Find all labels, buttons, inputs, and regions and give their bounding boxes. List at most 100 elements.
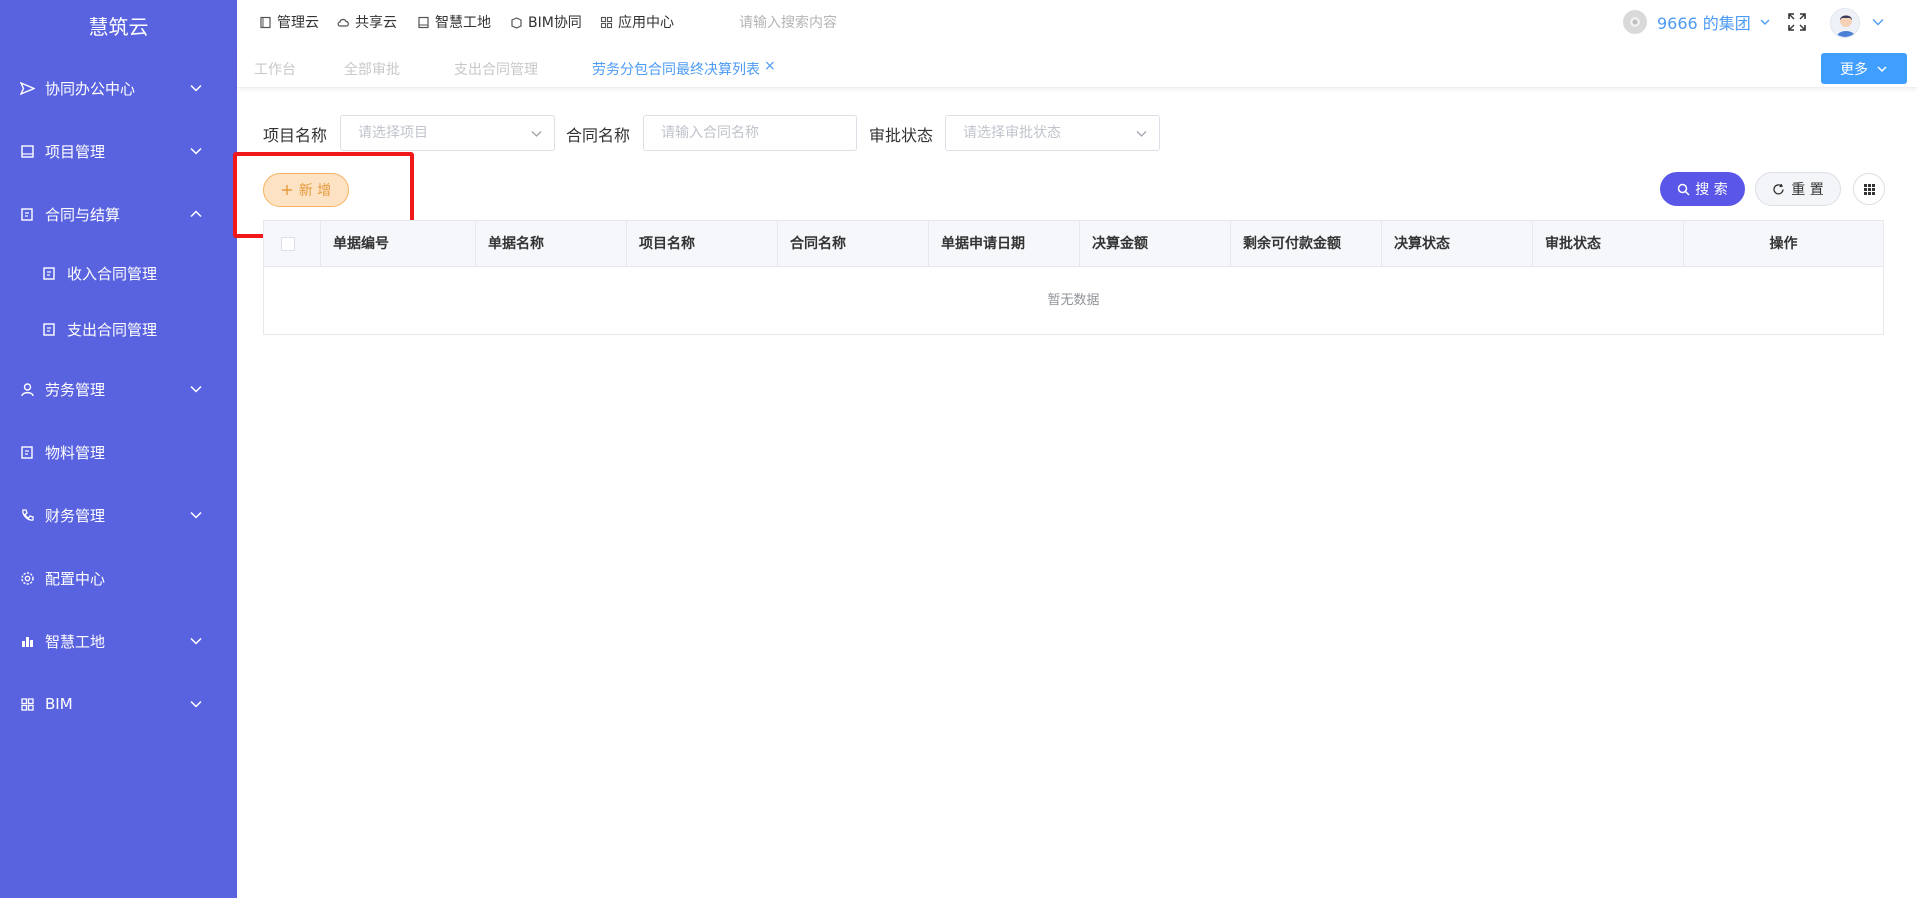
chevron-down-icon [190,385,202,393]
send-icon [20,81,35,96]
project-select-placeholder: 请选择项目 [358,125,428,141]
sidebar-item-label: 收入合同管理 [67,264,158,283]
contract-name-input[interactable]: 请输入合同名称 [643,115,857,151]
refresh-icon [1773,183,1784,194]
chevron-down-icon [190,84,202,92]
sidebar-item-label: 智慧工地 [45,632,106,651]
approval-status-select[interactable]: 请选择审批状态 [945,115,1160,151]
tab-close-icon[interactable]: × [764,58,776,74]
column-header: 合同名称 [778,221,929,267]
sidebar-item-label: 劳务管理 [45,380,106,399]
brand-logo-text: 慧筑云 [88,15,149,39]
topnav-label: 共享云 [355,15,397,31]
sidebar-item-label: 物料管理 [45,443,106,462]
project-name-label: 项目名称 [263,126,328,145]
contract-input-placeholder: 请输入合同名称 [661,125,759,141]
status-select-placeholder: 请选择审批状态 [963,125,1061,141]
sidebar-item-contract-settlement[interactable]: 合同与结算 [0,194,237,234]
chevron-up-icon [190,210,202,218]
sidebar-item-label: 项目管理 [45,142,106,161]
contract-name-label: 合同名称 [566,126,631,145]
user-icon [20,382,35,397]
sidebar: 慧筑云 协同办公中心 项目管理 合同与结算 收入合同管理 支出合同管理 劳务管理… [0,0,237,898]
chevron-down-icon [1760,19,1770,25]
topnav-label: 管理云 [277,15,319,31]
gear-icon [20,571,35,586]
tab-labor-settlement-list[interactable]: 劳务分包合同最终决算列表 [592,59,760,79]
tab-expense-contract[interactable]: 支出合同管理 [454,59,538,79]
chevron-down-icon [1877,65,1887,72]
book-icon [20,144,35,159]
sidebar-item-label: 财务管理 [45,506,106,525]
org-avatar [1623,10,1647,34]
column-header: 单据编号 [321,221,476,267]
sidebar-item-collab-office[interactable]: 协同办公中心 [0,68,237,108]
chevron-down-icon [531,131,542,137]
empty-state: 暂无数据 [1047,293,1100,308]
edit-icon [20,207,35,222]
cube-icon [510,16,523,29]
grid-icon [600,16,613,29]
topnav-item-smart-site[interactable]: 智慧工地 [417,0,491,44]
select-all-cell [264,221,321,267]
user-avatar[interactable] [1830,8,1860,38]
chevron-down-icon [1136,131,1147,137]
topnav-item-share-cloud[interactable]: 共享云 [337,0,397,44]
chevron-down-icon [190,637,202,645]
approval-status-label: 审批状态 [869,126,934,145]
sidebar-item-smart-site[interactable]: 智慧工地 [0,621,237,661]
chevron-down-icon [190,147,202,155]
topnav-item-bim-collab[interactable]: BIM协同 [510,0,582,44]
tab-all-approval[interactable]: 全部审批 [344,59,400,79]
column-header: 决算状态 [1382,221,1533,267]
org-switcher[interactable]: 9666 的集团 [1623,9,1771,35]
sidebar-item-project-mgmt[interactable]: 项目管理 [0,131,237,171]
sidebar-item-label: 支出合同管理 [67,320,158,339]
grid-icon [20,697,35,712]
sidebar-item-expense-contract[interactable]: 支出合同管理 [0,309,237,349]
tab-workbench[interactable]: 工作台 [254,59,296,79]
search-icon [1678,183,1690,196]
topnav-label: BIM协同 [528,15,582,31]
topnav-item-app-center[interactable]: 应用中心 [600,0,674,44]
edit-icon [42,322,57,337]
column-header: 项目名称 [627,221,778,267]
column-header: 单据申请日期 [929,221,1080,267]
more-tabs-button[interactable]: 更多 [1821,53,1907,84]
sidebar-item-labor-mgmt[interactable]: 劳务管理 [0,369,237,409]
grid-icon [1863,183,1875,195]
project-select[interactable]: 请选择项目 [340,115,555,151]
cloud-icon [337,16,350,29]
phone-icon [20,508,35,523]
column-header: 决算金额 [1080,221,1231,267]
chevron-down-icon[interactable] [1871,15,1885,29]
search-button[interactable]: 搜 索 [1660,172,1745,206]
data-table: 单据编号 单据名称 项目名称 合同名称 单据申请日期 决算金额 剩余可付款金额 … [263,220,1884,335]
topnav-label: 应用中心 [618,15,674,31]
column-settings-button[interactable] [1853,173,1885,205]
select-all-checkbox[interactable] [281,237,295,251]
column-header: 单据名称 [476,221,627,267]
table-header: 单据编号 单据名称 项目名称 合同名称 单据申请日期 决算金额 剩余可付款金额 … [264,221,1883,267]
sidebar-item-bim[interactable]: BIM [0,684,237,724]
fullscreen-icon[interactable] [1785,10,1809,34]
column-header: 审批状态 [1533,221,1684,267]
sidebar-item-finance-mgmt[interactable]: 财务管理 [0,495,237,535]
global-search-input[interactable]: 请输入搜索内容 [739,12,837,32]
reset-button-label: 重 置 [1791,182,1824,198]
org-name: 9666 的集团 [1657,14,1751,33]
chevron-down-icon [190,700,202,708]
top-bar: 管理云 共享云 智慧工地 BIM协同 应用中心 请输入搜索内容 9666 的集团 [237,0,1917,44]
column-header: 剩余可付款金额 [1231,221,1382,267]
topnav-label: 智慧工地 [435,15,491,31]
reset-button[interactable]: 重 置 [1755,172,1841,206]
topnav-item-mgmt-cloud[interactable]: 管理云 [259,0,319,44]
sidebar-item-config-center[interactable]: 配置中心 [0,558,237,598]
search-button-label: 搜 索 [1695,182,1728,198]
sidebar-item-label: 协同办公中心 [45,79,136,98]
book-icon [417,16,430,29]
more-label: 更多 [1840,61,1868,78]
bar-chart-icon [20,634,35,649]
sidebar-item-material-mgmt[interactable]: 物料管理 [0,432,237,472]
sidebar-item-income-contract[interactable]: 收入合同管理 [0,253,237,293]
